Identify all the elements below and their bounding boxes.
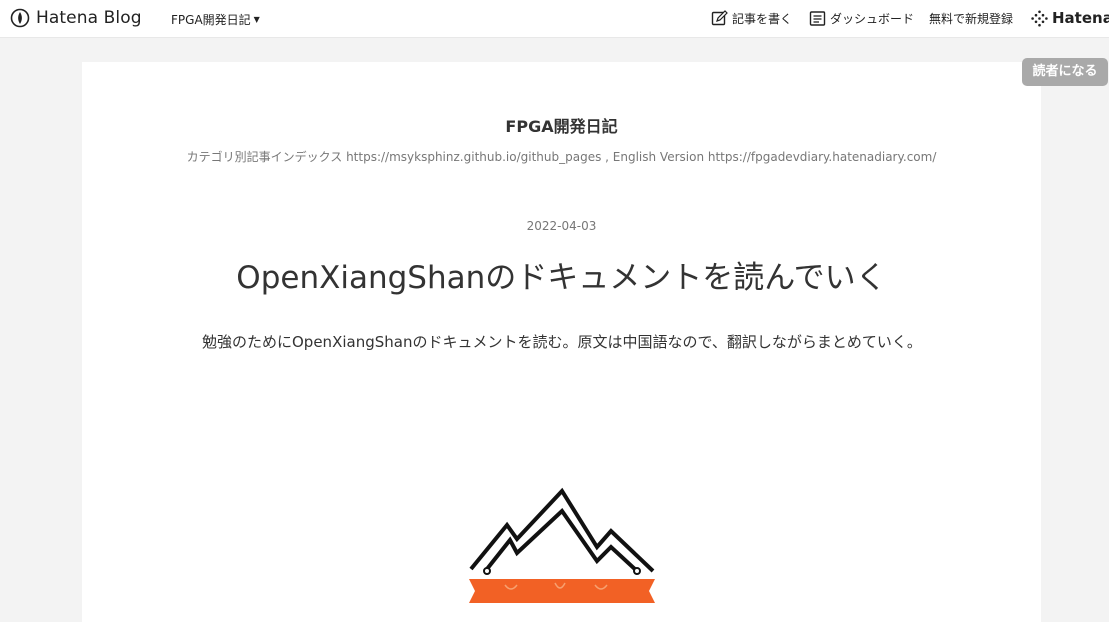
caret-down-icon: ▼ (253, 15, 260, 24)
dashboard-link[interactable]: ダッシュボード (809, 10, 914, 27)
dashboard-label: ダッシュボード (830, 12, 915, 26)
write-post-link[interactable]: 記事を書く (711, 10, 792, 27)
hatena-dots-icon (1031, 10, 1048, 26)
hatena-blog-logo[interactable]: Hatena Blog (10, 8, 142, 28)
post-body-paragraph: 勉強のためにOpenXiangShanのドキュメントを読む。原文は中国語なので、… (202, 333, 922, 351)
blog-description: カテゴリ別記事インデックス https://msyksphinz.github.… (186, 150, 937, 164)
post-date[interactable]: 2022-04-03 (82, 219, 1041, 233)
subscribe-button[interactable]: 読者になる (1022, 58, 1108, 86)
write-post-label: 記事を書く (732, 12, 793, 26)
hatena-link[interactable]: Hatena (1031, 9, 1109, 27)
signup-link[interactable]: 無料で新規登録 (929, 10, 1013, 27)
openxiangshan-logo-image (469, 487, 655, 603)
top-navigation-bar: Hatena Blog FPGA開発日記 ▼ 記事を書く ダッシュボード 無料で… (0, 0, 1109, 38)
hatena-blog-logo-icon (10, 8, 30, 28)
blog-title[interactable]: FPGA開発日記 (82, 113, 1041, 137)
hatena-label: Hatena (1052, 9, 1109, 27)
blog-menu[interactable]: FPGA開発日記 ▼ (171, 11, 260, 28)
dashboard-icon (809, 11, 826, 26)
brand-text: Hatena Blog (36, 8, 142, 28)
post-title[interactable]: OpenXiangShanのドキュメントを読んでいく (82, 252, 1041, 297)
blog-menu-label: FPGA開発日記 (171, 13, 251, 27)
blog-content-card: FPGA開発日記 カテゴリ別記事インデックス https://msyksphin… (82, 62, 1041, 622)
signup-label: 無料で新規登録 (929, 12, 1014, 26)
edit-icon (711, 10, 728, 26)
